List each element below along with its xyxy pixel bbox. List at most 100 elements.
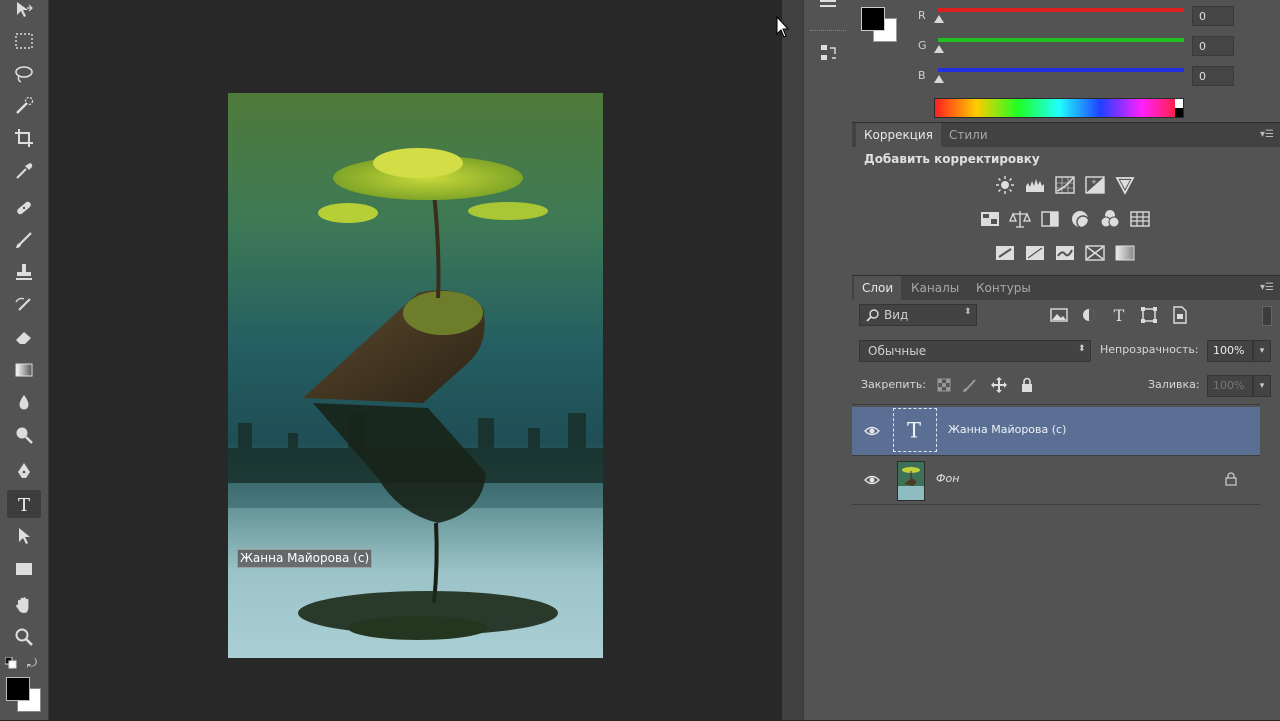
blue-slider[interactable] [938, 68, 1184, 72]
layer-name[interactable]: Фон [936, 472, 959, 485]
blue-slider-thumb[interactable] [934, 75, 944, 83]
vibrance-icon[interactable] [1114, 174, 1136, 196]
history-brush-tool-icon[interactable] [7, 291, 41, 319]
eyedropper-tool-icon[interactable] [7, 157, 41, 185]
black-white-icon[interactable] [1039, 208, 1061, 230]
lock-position-icon[interactable] [990, 376, 1008, 394]
layers-panel-options-icon[interactable]: ▾☰ [1260, 282, 1274, 293]
color-panel: R 0 G 0 B 0 [852, 0, 1280, 122]
filter-type-layers-icon[interactable]: T [1108, 304, 1130, 326]
lasso-tool-icon[interactable] [7, 60, 41, 88]
green-value-field[interactable]: 0 [1192, 36, 1234, 56]
zoom-tool-icon[interactable] [7, 623, 41, 651]
lock-all-icon[interactable] [1020, 377, 1034, 393]
fill-field[interactable]: 100% [1207, 375, 1253, 397]
filter-toggle-switch[interactable] [1262, 306, 1272, 326]
pen-tool-icon[interactable] [7, 457, 41, 485]
panel-divider [782, 0, 803, 720]
svg-text:T: T [18, 495, 30, 515]
blend-mode-select[interactable]: Обычные [859, 340, 1091, 362]
panel-options-icon[interactable]: ▾☰ [1260, 129, 1274, 140]
opacity-dropdown-button[interactable]: ▾ [1253, 340, 1271, 362]
default-colors-icon[interactable] [4, 656, 17, 669]
layers-list: T Жанна Майорова (с) Фон [852, 404, 1260, 721]
threshold-icon[interactable] [1054, 242, 1076, 264]
filter-smart-objects-icon[interactable] [1168, 304, 1190, 326]
panel-menu-icon[interactable] [818, 0, 838, 12]
tab-paths[interactable]: Контуры [968, 276, 1039, 300]
green-slider[interactable] [938, 38, 1184, 42]
quick-selection-tool-icon[interactable] [7, 92, 41, 120]
svg-text:T: T [1114, 306, 1125, 325]
swap-colors-icon[interactable]: ⤾ [27, 656, 41, 670]
fill-dropdown-button[interactable]: ▾ [1253, 375, 1271, 397]
panel-grip [810, 30, 846, 32]
move-tool-icon[interactable] [7, 0, 41, 24]
red-slider[interactable] [938, 8, 1184, 12]
svg-text:+: + [1091, 178, 1097, 186]
adjustments-panel: Добавить корректировку + [852, 147, 1280, 275]
eraser-tool-icon[interactable] [7, 323, 41, 351]
text-layer-thumbnail: T [893, 408, 937, 452]
posterize-icon[interactable] [1024, 242, 1046, 264]
opacity-label: Непрозрачность: [1100, 343, 1199, 356]
layer-locked-icon[interactable] [1225, 472, 1237, 486]
marquee-tool-icon[interactable] [7, 27, 41, 55]
green-channel-label: G [918, 39, 927, 52]
filter-adjustment-layers-icon[interactable] [1078, 304, 1100, 326]
filter-dropdown-icon: ⬍ [964, 307, 972, 317]
channel-mixer-icon[interactable] [1099, 208, 1121, 230]
tab-channels[interactable]: Каналы [903, 276, 967, 300]
photo-filter-icon[interactable] [1069, 208, 1091, 230]
levels-icon[interactable] [1024, 174, 1046, 196]
invert-icon[interactable] [994, 242, 1016, 264]
crop-tool-icon[interactable] [7, 124, 41, 152]
filter-shape-layers-icon[interactable] [1138, 304, 1160, 326]
tab-adjustments[interactable]: Коррекция [856, 123, 941, 147]
healing-brush-tool-icon[interactable] [7, 194, 41, 222]
path-selection-tool-icon[interactable] [7, 522, 41, 550]
color-panel-foreground-swatch[interactable] [861, 7, 885, 31]
foreground-color-swatch[interactable] [6, 677, 30, 701]
red-slider-thumb[interactable] [934, 15, 944, 23]
adjustments-heading: Добавить корректировку [864, 152, 1040, 166]
blue-value-field[interactable]: 0 [1192, 66, 1234, 86]
brush-tool-icon[interactable] [7, 226, 41, 254]
background-layer-thumbnail [897, 461, 925, 501]
lock-transparent-pixels-icon[interactable] [937, 378, 951, 392]
tab-layers[interactable]: Слои [854, 276, 902, 300]
curves-icon[interactable] [1054, 174, 1076, 196]
blur-tool-icon[interactable] [7, 389, 41, 417]
collapsed-panel-strip [803, 0, 853, 720]
selective-color-icon[interactable] [1084, 242, 1106, 264]
color-balance-icon[interactable] [1009, 208, 1031, 230]
rectangle-tool-icon[interactable] [7, 555, 41, 583]
hue-saturation-icon[interactable] [979, 208, 1001, 230]
filter-search-icon [866, 308, 880, 322]
gradient-tool-icon[interactable] [7, 356, 41, 384]
layer-visibility-eye-icon[interactable] [864, 423, 880, 439]
history-icon[interactable] [818, 42, 840, 64]
layer-row-background[interactable]: Фон [852, 456, 1260, 505]
hand-tool-icon[interactable] [7, 591, 41, 619]
opacity-field[interactable]: 100% [1207, 340, 1253, 362]
layer-visibility-eye-icon[interactable] [864, 472, 880, 488]
text-layer-on-canvas[interactable]: Жанна Майорова (c) [237, 549, 373, 568]
layer-row-text[interactable]: T Жанна Майорова (с) [852, 407, 1260, 456]
gradient-map-icon[interactable] [1114, 242, 1136, 264]
red-channel-label: R [918, 9, 926, 22]
dodge-tool-icon[interactable] [7, 421, 41, 449]
tab-styles[interactable]: Стили [941, 123, 996, 147]
brightness-icon[interactable] [994, 174, 1016, 196]
color-spectrum-bar[interactable] [934, 98, 1184, 118]
exposure-icon[interactable]: + [1084, 174, 1106, 196]
document-image[interactable] [228, 93, 603, 658]
color-lookup-icon[interactable] [1129, 208, 1151, 230]
layer-name[interactable]: Жанна Майорова (с) [948, 423, 1066, 436]
red-value-field[interactable]: 0 [1192, 6, 1234, 26]
green-slider-thumb[interactable] [934, 45, 944, 53]
clone-stamp-tool-icon[interactable] [7, 258, 41, 286]
type-tool-icon[interactable]: T [7, 490, 41, 518]
filter-pixel-layers-icon[interactable] [1048, 304, 1070, 326]
lock-image-pixels-icon[interactable] [962, 377, 978, 393]
